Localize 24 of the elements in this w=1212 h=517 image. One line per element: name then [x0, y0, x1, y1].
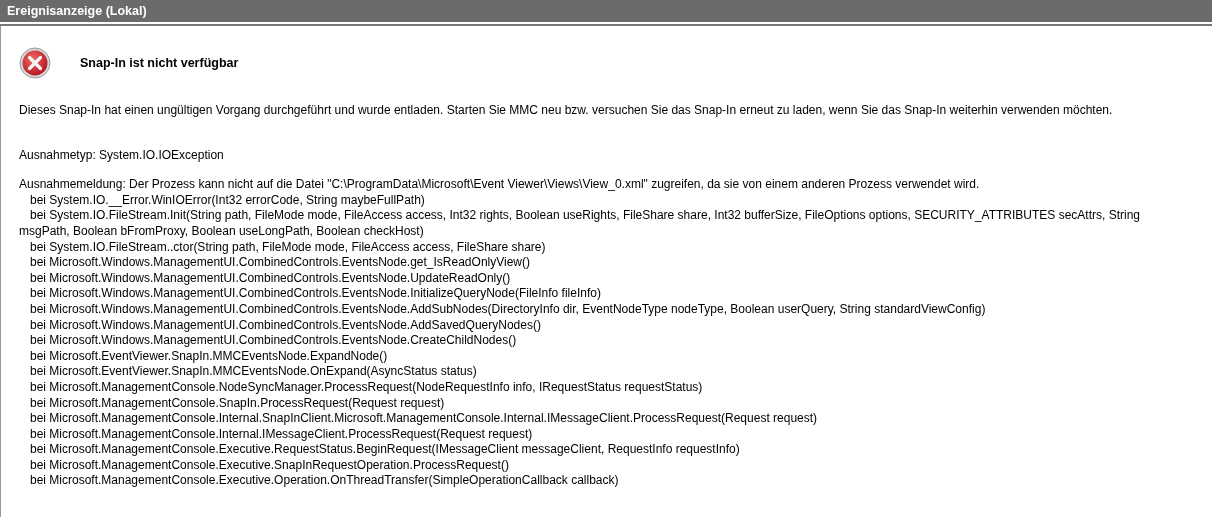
exception-message: Ausnahmemeldung: Der Prozess kann nicht auf die Datei "C:\ProgramData\Microsoft\Event Viewer\Views\View_0.xml" zugreifen, da sie von einem anderen Prozess verwendet wird.: [19, 177, 981, 193]
exception-type: Ausnahmetyp: System.IO.IOException: [19, 147, 225, 164]
stack-trace-line: bei System.IO.__Error.WinIOError(Int32 errorCode, String maybeFullPath): [29, 192, 426, 209]
stack-trace-line: bei Microsoft.ManagementConsole.Internal.IMessageClient.ProcessRequest(Request request): [29, 426, 534, 443]
error-icon: [19, 47, 51, 79]
stack-trace-line: bei Microsoft.Windows.ManagementUI.CombinedControls.EventsNode.UpdateReadOnly(): [29, 270, 512, 287]
stack-trace-line: bei Microsoft.Windows.ManagementUI.CombinedControls.EventsNode.AddSavedQueryNodes(): [29, 317, 542, 334]
stack-trace-line: bei Microsoft.ManagementConsole.Executive.RequestStatus.BeginRequest(IMessageClient messageClient, RequestInfo requestInfo): [29, 442, 741, 458]
window-title: Ereignisanzeige (Lokal): [7, 4, 147, 18]
stack-trace-line: bei Microsoft.Windows.ManagementUI.CombinedControls.EventsNode.get_IsReadOnlyView(): [29, 255, 531, 271]
stack-trace-line: bei Microsoft.Windows.ManagementUI.CombinedControls.EventsNode.CreateChildNodes(): [29, 333, 518, 349]
stack-trace-line: bei Microsoft.EventViewer.SnapIn.MMCEventsNode.OnExpand(AsyncStatus status): [29, 364, 478, 380]
stack-trace-line: bei Microsoft.ManagementConsole.Internal.SnapInClient.Microsoft.ManagementConsole.Internal.IMessageClient.ProcessRequest(Request request): [29, 411, 819, 427]
stack-trace-line: bei Microsoft.EventViewer.SnapIn.MMCEventsNode.ExpandNode(): [29, 348, 389, 365]
stack-trace-line: bei System.IO.FileStream.Init(String path, FileMode mode, FileAccess access, Int32 rights, Boolean useRights, FileShare share, Int32 bufferSize, FileOptions options, SECURITY_ATTRIBUTES secAttrs, String msgPath, Boolean bFromProxy, Boolean useLongPath, Boolean checkHost): [19, 208, 1141, 240]
stack-trace-line: bei Microsoft.Windows.ManagementUI.CombinedControls.EventsNode.InitializeQueryNode(FileInfo fileInfo): [29, 286, 602, 302]
stack-trace-line: bei Microsoft.ManagementConsole.Executive.Operation.OnThreadTransfer(SimpleOperationCallback callback): [29, 473, 620, 490]
stack-trace-line: bei Microsoft.ManagementConsole.NodeSyncManager.ProcessRequest(NodeRequestInfo info, IRequestStatus requestStatus): [29, 379, 704, 396]
stack-trace-line: bei Microsoft.ManagementConsole.Executive.SnapInRequestOperation.ProcessRequest(): [29, 457, 510, 474]
error-heading: Snap-In ist nicht verfügbar: [80, 56, 239, 70]
stack-trace-line: bei System.IO.FileStream..ctor(String path, FileMode mode, FileAccess access, FileShare share): [29, 239, 547, 256]
stack-trace-line: bei Microsoft.ManagementConsole.SnapIn.ProcessRequest(Request request): [29, 395, 446, 412]
error-description: Dieses Snap-In hat einen ungültigen Vorgang durchgeführt und wurde entladen. Starten Sie MMC neu bzw. versuchen Sie das Snap-In erneut zu laden, wenn Sie das Snap-In weiterhin verwenden möchten.: [19, 103, 1114, 119]
stack-trace-line: bei Microsoft.Windows.ManagementUI.CombinedControls.EventsNode.AddSubNodes(DirectoryInfo dir, EventNodeType nodeType, Boolean userQuery, String standardViewConfig): [29, 301, 987, 318]
